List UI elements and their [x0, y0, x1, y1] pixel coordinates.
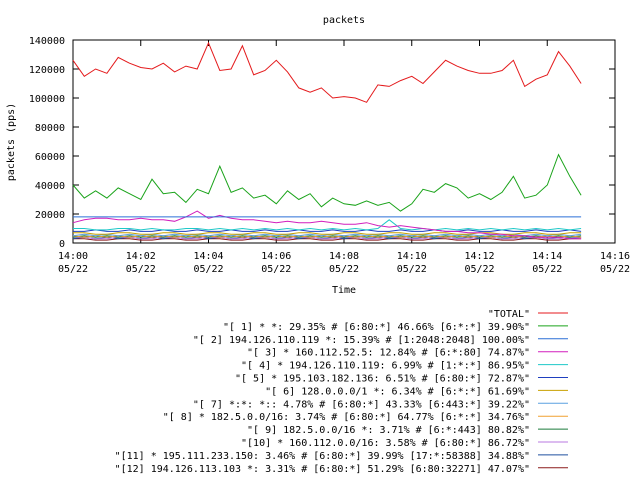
- y-tick-label: 140000: [29, 36, 65, 47]
- legend-entry-label: "[ 4] * 194.126.110.119: 6.99% # [1:*:*]…: [241, 361, 530, 372]
- y-tick-label: 20000: [35, 210, 65, 221]
- x-tick-label-date: 05/22: [532, 264, 562, 275]
- y-tick-label: 60000: [35, 152, 65, 163]
- series-line: [72, 153, 582, 212]
- legend-entry-label: "[ 5] * 195.103.182.136: 6.51% # [6:80:*…: [235, 374, 530, 385]
- x-tick-label-time: 14:06: [261, 251, 291, 262]
- chart: packets packets (pps) Time 0 20000 40000 60…: [6, 15, 630, 475]
- plot-frame: [72, 39, 616, 244]
- y-tick-label: 100000: [29, 94, 65, 105]
- y-tick-label: 120000: [29, 65, 65, 76]
- legend-entry-label: "[ 6] 128.0.0.0/1 *: 6.34% # [6:*:*] 61.…: [265, 386, 530, 397]
- x-tick-label-date: 05/22: [126, 264, 156, 275]
- x-tick-label-time: 14:12: [464, 251, 494, 262]
- x-tick-label-date: 05/22: [329, 264, 359, 275]
- legend-entry-label: "[12] 194.126.113.103 *: 3.31% # [6:80:*…: [115, 464, 530, 475]
- x-tick-label-date: 05/22: [58, 264, 88, 275]
- x-axis-label: Time: [332, 285, 356, 296]
- legend-entry-label: "[ 8] * 182.5.0.0/16: 3.74% # [6:80:*] 6…: [163, 412, 530, 423]
- x-tick-label-time: 14:04: [193, 251, 223, 262]
- y-tick-label: 0: [59, 239, 65, 250]
- legend-entry-label: "[ 1] * *: 29.35% # [6:80:*] 46.66% [6:*…: [223, 322, 530, 333]
- series-line: [73, 229, 582, 232]
- legend-entry-label: "[ 3] * 160.112.52.5: 12.84% # [6:*:80] …: [247, 348, 530, 359]
- legend-entry-label: "[ 2] 194.126.110.119 *: 15.39% # [1:204…: [193, 335, 530, 346]
- series-line: [73, 219, 582, 231]
- x-tick-label-time: 14:14: [532, 251, 562, 262]
- y-tick-label: 40000: [35, 181, 65, 192]
- x-tick-label-time: 14:10: [397, 251, 427, 262]
- x-tick-label-time: 14:08: [329, 251, 359, 262]
- x-tick-label-date: 05/22: [261, 264, 291, 275]
- x-tick-label-date: 05/22: [600, 264, 630, 275]
- chart-title: packets: [323, 15, 365, 26]
- legend: "TOTAL" "[ 1] * *: 29.35% # [6:80:*] 46.6…: [115, 309, 568, 475]
- x-tick-label-time: 14:00: [58, 251, 88, 262]
- x-tick-label-time: 14:02: [126, 251, 156, 262]
- x-tick-label-date: 05/22: [464, 264, 494, 275]
- y-axis-label: packets (pps): [6, 103, 17, 181]
- series-line: [73, 232, 582, 235]
- x-tick-label-time: 14:16: [600, 251, 630, 262]
- series-line: [72, 41, 582, 103]
- x-tick-label-date: 05/22: [193, 264, 223, 275]
- x-tick-label-date: 05/22: [397, 264, 427, 275]
- legend-entry-label: "[ 7] *:*: *:: 4.78% # [6:80:*] 43.33% […: [193, 399, 530, 410]
- series-lines: [72, 41, 582, 241]
- y-tick-label: 80000: [35, 123, 65, 134]
- legend-entry-label: "[10] * 160.112.0.0/16: 3.58% # [6:80:*]…: [241, 438, 530, 449]
- legend-entry-label: "[11] * 195.111.233.150: 3.46% # [6:80:*…: [115, 451, 530, 462]
- legend-entry-label: "[ 9] 182.5.0.0/16 *: 3.71% # [6:*:443] …: [247, 425, 530, 436]
- legend-entry-label: "TOTAL": [488, 309, 530, 320]
